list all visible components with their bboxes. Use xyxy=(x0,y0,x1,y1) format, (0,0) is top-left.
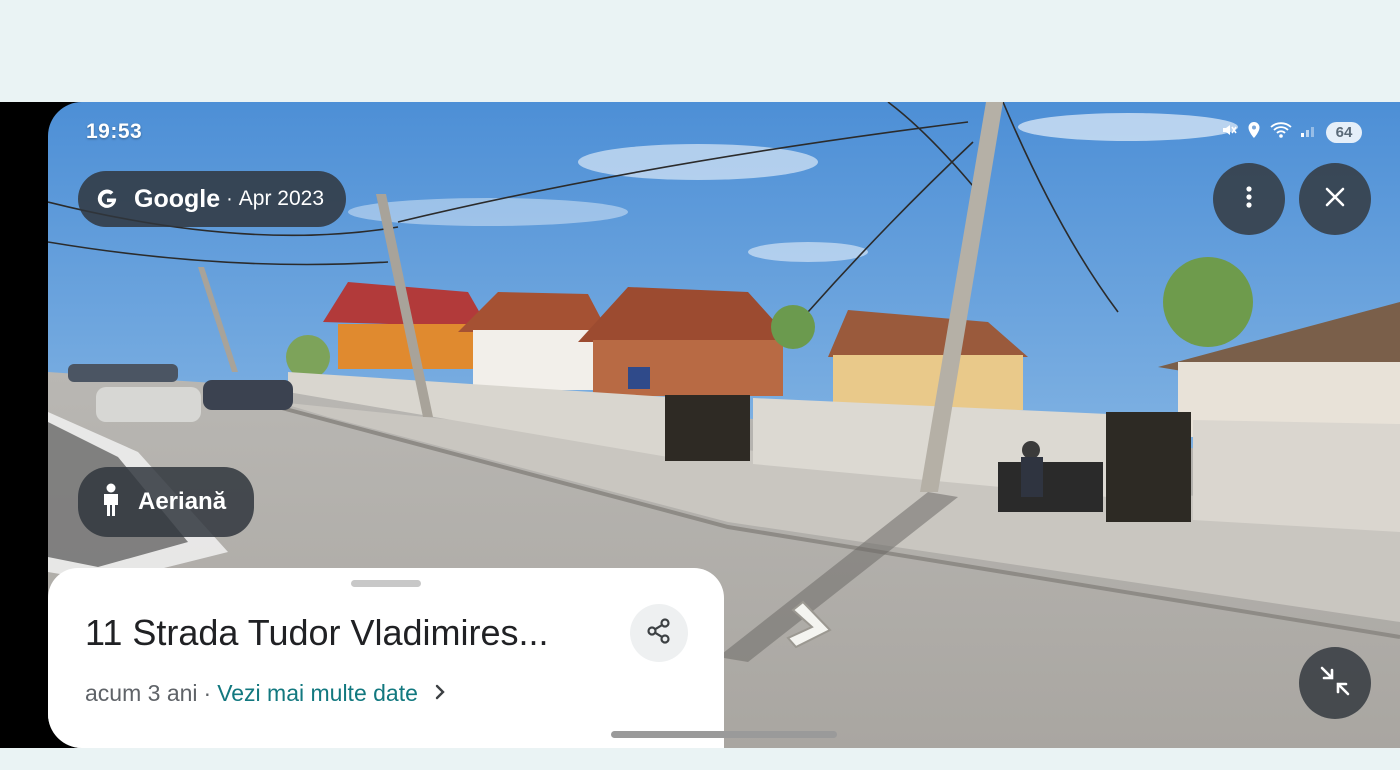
sheet-drag-handle[interactable] xyxy=(351,580,421,587)
more-vert-icon xyxy=(1245,185,1253,214)
signal-icon xyxy=(1300,122,1318,143)
source-brand: Google xyxy=(134,184,221,213)
close-button[interactable] xyxy=(1299,163,1371,235)
source-separator: · xyxy=(226,187,233,210)
collapse-icon xyxy=(1318,664,1352,703)
pegman-icon xyxy=(100,483,122,522)
capture-age: acum 3 ani xyxy=(85,680,198,706)
place-info-sheet[interactable]: 11 Strada Tudor Vladimires... acum 3 ani… xyxy=(48,568,724,748)
aerial-view-button[interactable]: Aeriană xyxy=(78,467,255,537)
chevron-right-icon[interactable] xyxy=(434,680,446,707)
wifi-icon xyxy=(1270,121,1292,144)
more-options-button[interactable] xyxy=(1213,163,1285,235)
gesture-nav-bar[interactable] xyxy=(611,731,837,738)
status-icons: 64 xyxy=(1220,121,1362,144)
place-meta: acum 3 ani · Vezi mai multe date xyxy=(85,680,446,707)
place-title: 11 Strada Tudor Vladimires... xyxy=(85,612,549,653)
more-dates-link[interactable]: Vezi mai multe date xyxy=(217,680,418,707)
close-icon xyxy=(1324,186,1346,213)
collapse-button[interactable] xyxy=(1299,647,1371,719)
share-icon xyxy=(645,617,673,650)
meta-separator: · xyxy=(203,680,212,706)
imagery-source-pill[interactable]: Google · Apr 2023 xyxy=(78,171,347,227)
capture-date: Apr 2023 xyxy=(238,187,325,210)
status-time: 19:53 xyxy=(86,120,143,143)
location-icon xyxy=(1246,121,1262,144)
battery-indicator: 64 xyxy=(1326,122,1362,143)
google-g-icon xyxy=(92,184,122,214)
share-button[interactable] xyxy=(630,604,688,662)
mute-icon xyxy=(1220,121,1238,144)
aerial-view-label: Aeriană xyxy=(138,488,227,515)
